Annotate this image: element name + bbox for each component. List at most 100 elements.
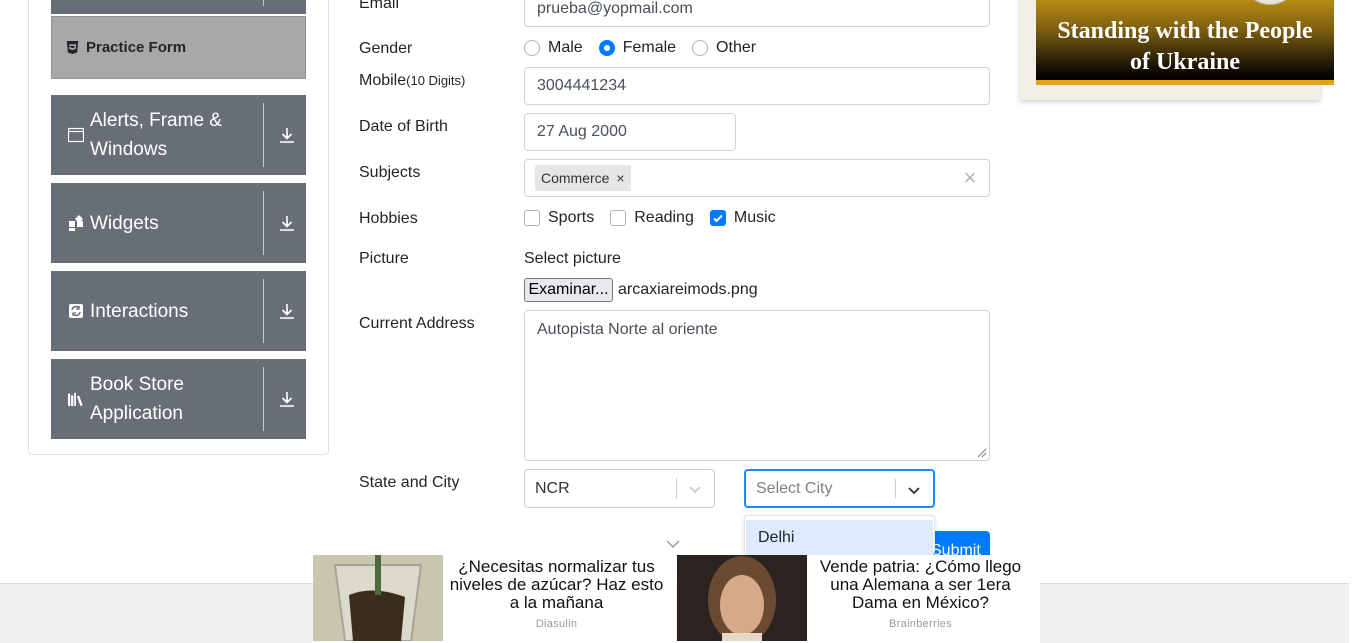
picture-select-text: Select picture <box>524 250 621 267</box>
chevron-down-icon[interactable] <box>666 538 680 550</box>
html5-icon <box>66 41 79 54</box>
state-select-value: NCR <box>535 479 570 497</box>
state-city-label: State and City <box>359 474 460 491</box>
mobile-field[interactable]: 3004441234 <box>524 67 990 105</box>
gender-option-male[interactable]: Male <box>524 39 583 57</box>
gender-radio-group: Male Female Other <box>524 39 772 57</box>
subjects-label: Subjects <box>359 164 421 181</box>
hobby-option-sports[interactable]: Sports <box>524 209 594 227</box>
hobbies-label: Hobbies <box>359 210 418 227</box>
sidebar-group-label: Interactions <box>68 271 188 351</box>
chip-remove-icon[interactable]: × <box>609 170 631 186</box>
sidebar-group-label: Widgets <box>68 183 159 263</box>
resize-grip-icon[interactable] <box>975 446 987 458</box>
select-separator <box>895 479 896 498</box>
gender-option-label: Other <box>716 39 757 56</box>
clear-subjects-icon[interactable]: × <box>960 167 980 189</box>
gender-option-label: Female <box>622 39 677 56</box>
current-address-value: Autopista Norte al oriente <box>537 321 718 338</box>
sidebar-group-alerts-frame-windows[interactable]: Alerts, Frame & Windows <box>51 95 306 175</box>
sidebar-group-separator <box>263 279 264 343</box>
state-select[interactable]: NCR <box>524 469 715 508</box>
gender-radio-male[interactable] <box>524 40 540 56</box>
ad-title[interactable]: Vende patria: ¿Cómo llego una Alemana a … <box>809 558 1032 612</box>
gender-option-label: Male <box>548 39 583 56</box>
gender-radio-female[interactable] <box>598 40 615 56</box>
sidebar-group-separator <box>263 0 264 6</box>
books-icon <box>68 392 83 407</box>
download-arrow-icon[interactable] <box>278 390 296 408</box>
checkmark-icon <box>713 214 723 223</box>
ukraine-banner-line1: Standing with the People <box>1057 18 1313 44</box>
ad-source[interactable]: Brainberries <box>809 618 1032 630</box>
ukraine-banner-image: Standing with the People of Ukraine <box>1036 0 1334 85</box>
selected-file-name: arcaxiareimods.png <box>618 281 758 298</box>
download-arrow-icon[interactable] <box>278 302 296 320</box>
page-scrollbar[interactable] <box>1349 0 1366 643</box>
sidebar-group-book-store[interactable]: Book Store Application <box>51 359 306 439</box>
chevron-down-icon[interactable] <box>686 480 704 498</box>
sidebar-group-label-line2: Application <box>90 403 183 424</box>
sidebar-group-label-line1: Widgets <box>90 212 159 234</box>
interactions-icon <box>69 304 83 318</box>
picture-label: Picture <box>359 250 409 267</box>
mobile-label-text: Mobile <box>359 72 407 89</box>
hobby-checkbox-music[interactable] <box>709 210 726 226</box>
hobby-checkbox-sports[interactable] <box>524 210 540 226</box>
hobbies-checkbox-group: Sports Reading Music <box>524 209 792 227</box>
sidebar-group-label-line1: Alerts, Frame & <box>90 110 222 131</box>
gender-label: Gender <box>359 40 413 57</box>
chevron-down-icon[interactable] <box>905 481 923 499</box>
hobby-option-reading[interactable]: Reading <box>610 209 694 227</box>
sidebar-group-interactions[interactable]: Interactions <box>51 271 306 351</box>
hobby-checkbox-reading[interactable] <box>610 210 627 226</box>
current-address-label: Current Address <box>359 315 475 332</box>
gender-option-other[interactable]: Other <box>692 39 756 57</box>
current-address-textarea[interactable]: Autopista Norte al oriente <box>524 310 990 461</box>
city-select[interactable]: Select City <box>744 469 935 508</box>
sidebar-group-label-line1: Interactions <box>90 300 189 322</box>
sidebar-group-label-line2: Windows <box>90 139 168 160</box>
widgets-icon <box>69 215 83 231</box>
sidebar-group-label: Alerts, Frame & Windows <box>68 95 222 175</box>
subject-chip: Commerce × <box>535 165 632 191</box>
email-label: Email <box>359 0 400 12</box>
sidebar-group-separator <box>263 367 264 431</box>
file-browse-button[interactable]: Examinar... <box>524 278 613 302</box>
ukraine-banner-text: Standing with the People of Ukraine <box>1036 16 1334 78</box>
ad-source[interactable]: Diasulin <box>445 618 668 630</box>
download-arrow-icon[interactable] <box>278 214 296 232</box>
subject-chip-label: Commerce <box>541 170 610 186</box>
sidebar: Practice Form Alerts, Frame & Windows Wi… <box>28 0 329 455</box>
dob-label: Date of Birth <box>359 118 448 135</box>
ad-image-portrait <box>677 555 807 641</box>
gender-option-female[interactable]: Female <box>598 39 677 57</box>
hands-illustration <box>1253 0 1287 6</box>
ad-card-2[interactable]: Vende patria: ¿Cómo llego una Alemana a … <box>677 555 1040 643</box>
hobby-option-label: Reading <box>634 209 694 226</box>
window-icon <box>68 127 84 143</box>
email-field[interactable]: prueba@yopmail.com <box>524 0 990 27</box>
ad-title[interactable]: ¿Necesitas normalizar tus niveles de azú… <box>445 558 668 612</box>
gender-radio-other[interactable] <box>692 40 709 56</box>
ad-image-glass <box>313 555 443 641</box>
city-dropdown-menu: Delhi <box>744 515 935 556</box>
sidebar-group-forms[interactable] <box>51 0 306 14</box>
city-select-placeholder: Select City <box>756 479 833 497</box>
mobile-hint: (10 Digits) <box>406 73 466 88</box>
download-arrow-icon[interactable] <box>278 126 296 144</box>
sidebar-group-label-line1: Book Store <box>90 374 184 395</box>
sidebar-group-separator <box>263 103 264 167</box>
sidebar-item-label: Practice Form <box>86 39 187 56</box>
hobby-option-label: Sports <box>548 209 595 226</box>
hobby-option-music[interactable]: Music <box>709 209 776 227</box>
city-option-delhi[interactable]: Delhi <box>746 520 933 556</box>
sidebar-item-practice-form[interactable]: Practice Form <box>51 16 306 79</box>
dob-field[interactable]: 27 Aug 2000 <box>524 113 736 151</box>
select-separator <box>676 478 677 499</box>
sidebar-group-widgets[interactable]: Widgets <box>51 183 306 263</box>
hobby-option-label: Music <box>733 209 776 226</box>
ukraine-banner[interactable]: Standing with the People of Ukraine <box>1020 0 1334 100</box>
ukraine-banner-line2: of Ukraine <box>1130 49 1240 75</box>
ad-card-1[interactable]: ¿Necesitas normalizar tus niveles de azú… <box>313 555 676 643</box>
